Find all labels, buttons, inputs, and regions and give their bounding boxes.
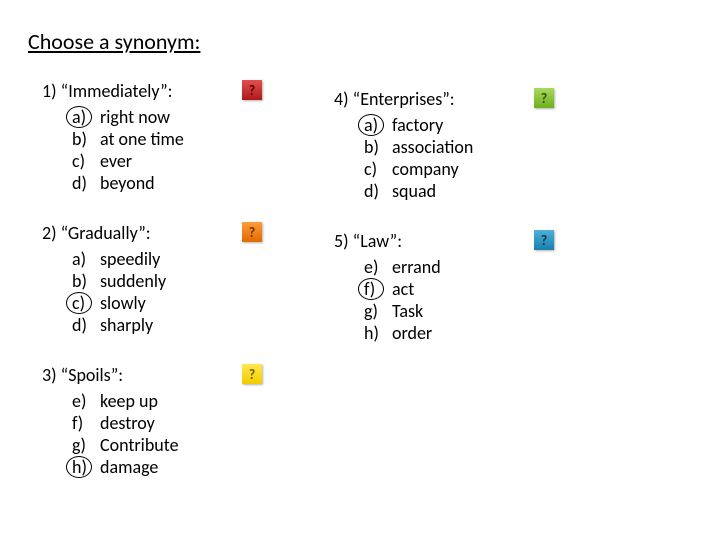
option-text: keep up: [100, 390, 158, 412]
question-number: 3): [42, 364, 57, 386]
option-letter: h): [72, 456, 94, 478]
option-letter: a): [72, 248, 94, 270]
option-letter: b): [72, 128, 94, 150]
question-text: “Enterprises”:: [353, 88, 455, 110]
option-item: d) beyond: [72, 172, 322, 194]
option-letter: a): [72, 106, 94, 128]
option-item: a) factory: [364, 114, 614, 136]
option-letter: c): [72, 150, 94, 172]
question-number: 2): [42, 222, 57, 244]
option-letter: g): [364, 300, 386, 322]
question-word: 4) “Enterprises”:: [334, 88, 614, 110]
question-word: 3) “Spoils”:: [42, 364, 322, 386]
option-letter: c): [72, 292, 94, 314]
option-letter: b): [72, 270, 94, 292]
options-list: e) errand f) act g) Task h) order: [334, 256, 614, 344]
question-block: 2) “Gradually”:? a) speedily b) suddenly c) sl…: [42, 222, 322, 336]
option-letter: h): [364, 322, 386, 344]
option-letter: e): [72, 390, 94, 412]
hint-icon[interactable]: ?: [242, 222, 262, 242]
option-text: ever: [100, 150, 132, 172]
options-list: a) right now b) at one time c) ever d) beyond: [42, 106, 322, 194]
option-text: order: [392, 322, 432, 344]
option-letter: d): [72, 314, 94, 336]
page-title: Choose a synonym:: [28, 28, 200, 55]
question-word: 5) “Law”:: [334, 230, 614, 252]
option-text: at one time: [100, 128, 184, 150]
option-item: c) ever: [72, 150, 322, 172]
question-number: 4): [334, 88, 349, 110]
option-text: errand: [392, 256, 441, 278]
hint-icon[interactable]: ?: [242, 80, 262, 100]
option-text: act: [392, 278, 414, 300]
question-block: 1) “Immediately”:? a) right now b) at one ti…: [42, 80, 322, 194]
option-letter: e): [364, 256, 386, 278]
option-item: b) association: [364, 136, 614, 158]
question-number: 5): [334, 230, 349, 252]
question-text: “Gradually”:: [61, 222, 151, 244]
question-block: 3) “Spoils”:? e) keep up f) destroy g) Contrib…: [42, 364, 322, 478]
option-letter: b): [364, 136, 386, 158]
option-item: e) keep up: [72, 390, 322, 412]
option-item: c) slowly: [72, 292, 322, 314]
question-word: 2) “Gradually”:: [42, 222, 322, 244]
question-block: 4) “Enterprises”:? a) factory b) association…: [334, 88, 614, 202]
question-word: 1) “Immediately”:: [42, 80, 322, 102]
question-number: 1): [42, 80, 57, 102]
options-list: e) keep up f) destroy g) Contribute h) damage: [42, 390, 322, 478]
option-text: Task: [392, 300, 423, 322]
left-column: 1) “Immediately”:? a) right now b) at one ti…: [42, 80, 322, 506]
option-text: company: [392, 158, 459, 180]
option-text: Contribute: [100, 434, 179, 456]
hint-icon[interactable]: ?: [242, 364, 262, 384]
option-text: suddenly: [100, 270, 166, 292]
option-letter: c): [364, 158, 386, 180]
question-text: “Spoils”:: [61, 364, 123, 386]
option-text: speedily: [100, 248, 160, 270]
question-text: “Law”:: [353, 230, 402, 252]
option-text: factory: [392, 114, 443, 136]
options-list: a) speedily b) suddenly c) slowly d) sharply: [42, 248, 322, 336]
option-item: g) Task: [364, 300, 614, 322]
option-letter: a): [364, 114, 386, 136]
option-text: right now: [100, 106, 170, 128]
question-text: “Immediately”:: [61, 80, 173, 102]
hint-icon[interactable]: ?: [534, 230, 554, 250]
option-item: b) at one time: [72, 128, 322, 150]
option-item: c) company: [364, 158, 614, 180]
option-text: association: [392, 136, 473, 158]
right-column: 4) “Enterprises”:? a) factory b) association…: [334, 88, 614, 372]
option-item: e) errand: [364, 256, 614, 278]
option-item: h) damage: [72, 456, 322, 478]
option-letter: f): [72, 412, 94, 434]
option-item: a) right now: [72, 106, 322, 128]
option-letter: d): [72, 172, 94, 194]
option-item: g) Contribute: [72, 434, 322, 456]
option-item: b) suddenly: [72, 270, 322, 292]
option-letter: f): [364, 278, 386, 300]
option-item: f) act: [364, 278, 614, 300]
option-text: squad: [392, 180, 436, 202]
option-text: damage: [100, 456, 158, 478]
option-text: slowly: [100, 292, 146, 314]
options-list: a) factory b) association c) company d) squad: [334, 114, 614, 202]
option-text: beyond: [100, 172, 155, 194]
option-letter: d): [364, 180, 386, 202]
option-item: a) speedily: [72, 248, 322, 270]
option-item: d) squad: [364, 180, 614, 202]
hint-icon[interactable]: ?: [534, 88, 554, 108]
question-block: 5) “Law”:? e) errand f) act g) Task h) order: [334, 230, 614, 344]
option-item: h) order: [364, 322, 614, 344]
option-letter: g): [72, 434, 94, 456]
option-item: f) destroy: [72, 412, 322, 434]
option-item: d) sharply: [72, 314, 322, 336]
option-text: destroy: [100, 412, 155, 434]
option-text: sharply: [100, 314, 153, 336]
